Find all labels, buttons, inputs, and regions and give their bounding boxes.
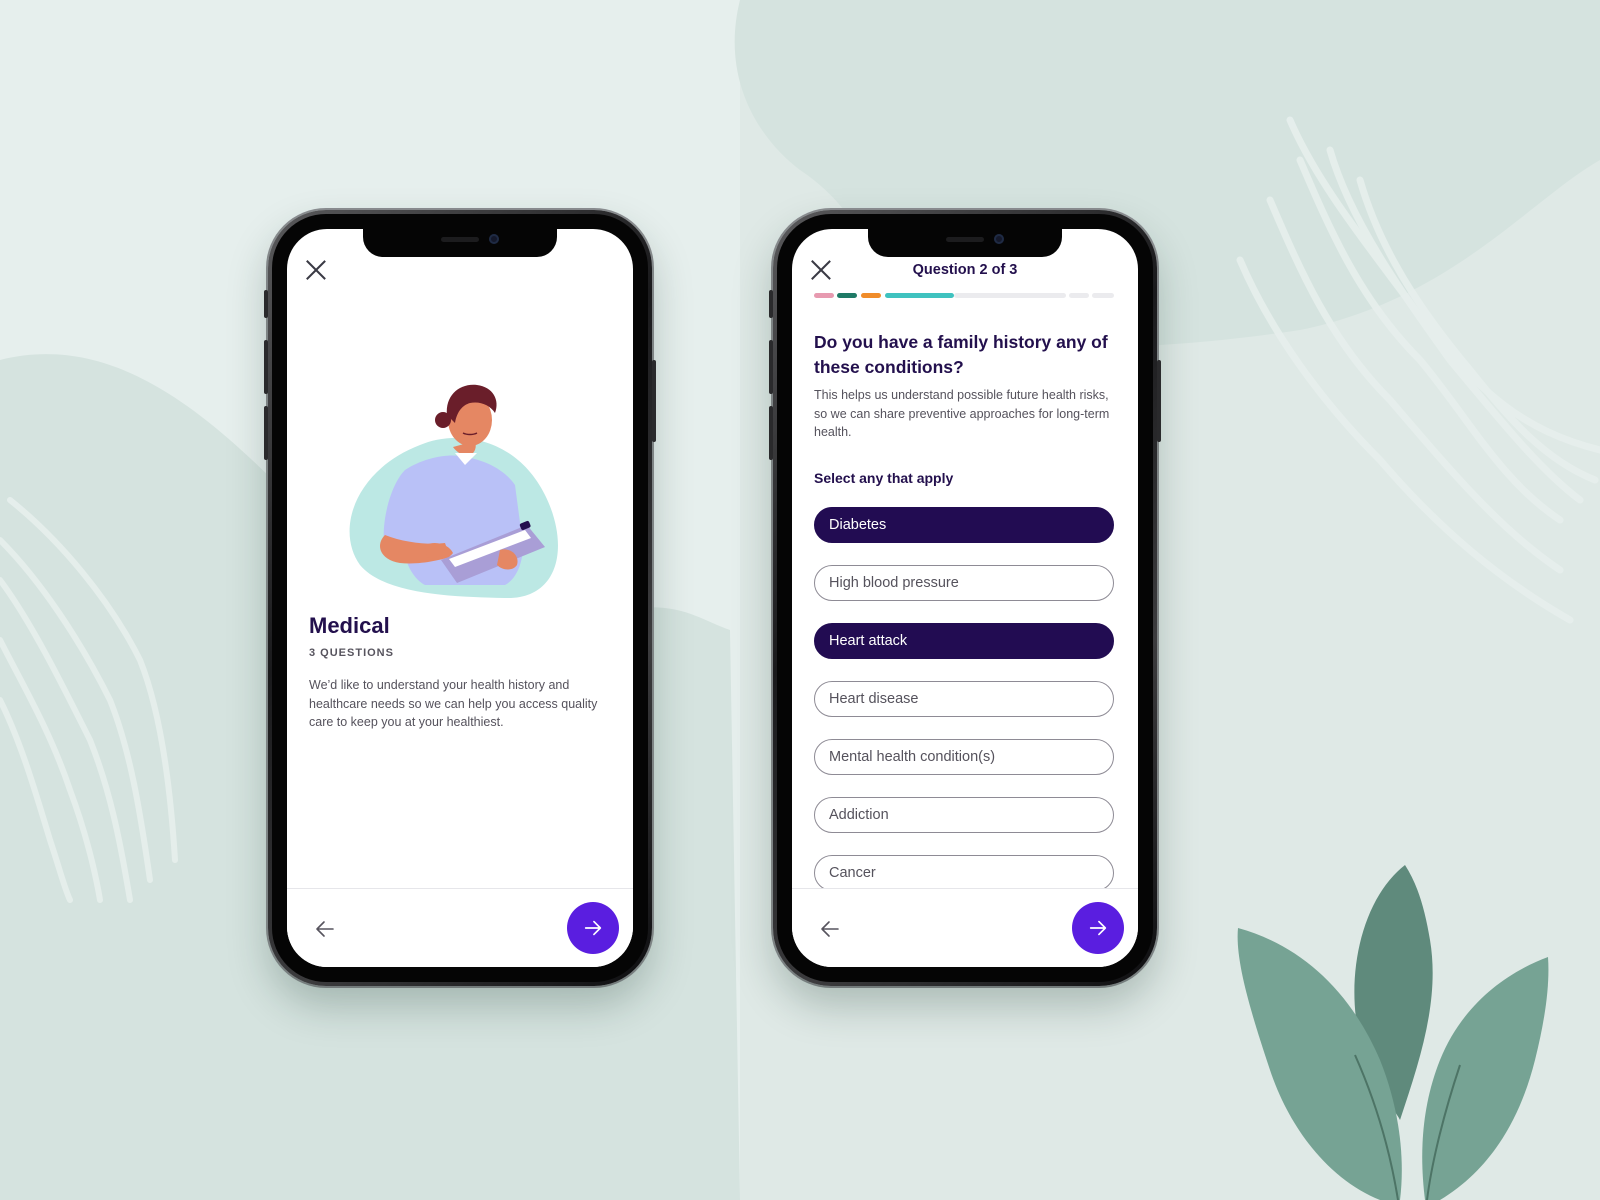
phone-question: Question 2 of 3 Do you have a family his…: [769, 210, 1161, 986]
progress-remaining: [1069, 293, 1089, 298]
select-instruction: Select any that apply: [814, 470, 954, 486]
option-diabetes[interactable]: Diabetes: [814, 507, 1114, 543]
progress-remaining: [954, 293, 1066, 298]
arrow-right-icon: [584, 920, 602, 936]
volume-down-button: [264, 406, 268, 460]
notch: [363, 229, 557, 257]
volume-down-button: [769, 406, 773, 460]
intro-screen: Medical 3 QUESTIONS We’d like to underst…: [287, 229, 633, 967]
footer-nav: [792, 888, 1138, 967]
option-heart-attack[interactable]: Heart attack: [814, 623, 1114, 659]
close-icon[interactable]: [303, 257, 329, 283]
power-button: [652, 360, 656, 442]
mute-switch: [769, 290, 773, 318]
option-cancer[interactable]: Cancer: [814, 855, 1114, 891]
option-addiction[interactable]: Addiction: [814, 797, 1114, 833]
arrow-right-icon: [1089, 920, 1107, 936]
intro-title: Medical: [309, 613, 390, 638]
next-button[interactable]: [567, 902, 619, 954]
question-counter: Question 2 of 3: [912, 262, 1018, 278]
progress-segment: [861, 293, 881, 298]
camera: [994, 234, 1004, 244]
progress-segment: [885, 293, 954, 298]
question-title: Do you have a family history any of thes…: [814, 332, 1108, 377]
question-help-text: This helps us understand possible future…: [814, 388, 1110, 439]
notch: [868, 229, 1062, 257]
option-high-blood-pressure[interactable]: High blood pressure: [814, 565, 1114, 601]
intro-description: We’d like to understand your health hist…: [309, 678, 598, 729]
progress-segment: [814, 293, 834, 298]
footer-nav: [287, 888, 633, 967]
question-count: 3 QUESTIONS: [309, 647, 394, 659]
mute-switch: [264, 290, 268, 318]
question-screen: Question 2 of 3 Do you have a family his…: [792, 229, 1138, 967]
speaker: [441, 237, 479, 242]
volume-up-button: [264, 340, 268, 394]
phone-intro: Medical 3 QUESTIONS We’d like to underst…: [264, 210, 656, 986]
speaker: [946, 237, 984, 242]
progress-remaining: [1092, 293, 1114, 298]
power-button: [1157, 360, 1161, 442]
camera: [489, 234, 499, 244]
nurse-illustration: [349, 384, 558, 599]
progress-bar: [814, 293, 1114, 298]
progress-segment: [837, 293, 857, 298]
option-mental-health[interactable]: Mental health condition(s): [814, 739, 1114, 775]
option-heart-disease[interactable]: Heart disease: [814, 681, 1114, 717]
arrow-left-icon[interactable]: [313, 917, 337, 941]
arrow-left-icon[interactable]: [818, 917, 842, 941]
volume-up-button: [769, 340, 773, 394]
next-button[interactable]: [1072, 902, 1124, 954]
